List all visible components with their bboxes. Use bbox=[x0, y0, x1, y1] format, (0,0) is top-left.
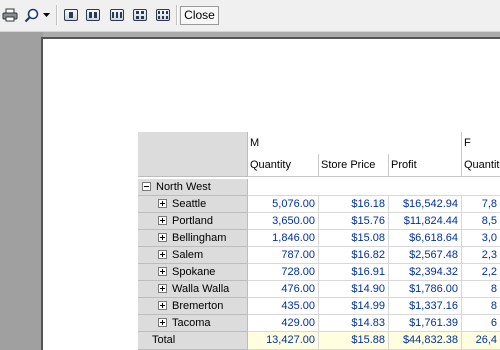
profit-cell: $2,567.48 bbox=[389, 247, 462, 264]
toolbar-separator bbox=[56, 5, 58, 25]
quantity-f-cell: 6 bbox=[462, 315, 500, 332]
toolbar-separator bbox=[176, 5, 178, 25]
row-header[interactable]: Salem bbox=[138, 247, 248, 264]
profit-cell: $1,786.00 bbox=[389, 281, 462, 298]
column-header: Quantity bbox=[248, 154, 319, 177]
total-quantity-cell: 13,427.00 bbox=[248, 332, 319, 350]
column-header: Store Price bbox=[319, 154, 389, 177]
chevron-down-icon[interactable] bbox=[41, 6, 51, 24]
row-label: Bellingham bbox=[172, 232, 227, 244]
row-label: Salem bbox=[172, 249, 204, 261]
row-label: Bremerton bbox=[172, 300, 224, 312]
store-price-cell: $16.18 bbox=[319, 196, 389, 213]
expand-icon[interactable] bbox=[158, 300, 167, 310]
total-quantity-f-cell: 26,4 bbox=[462, 332, 500, 350]
quantity-cell: 728.00 bbox=[248, 264, 319, 281]
quantity-f-cell: 8 bbox=[462, 298, 500, 315]
total-store-price-cell: $15.88 bbox=[319, 332, 389, 350]
quantity-f-cell: 7,8 bbox=[462, 196, 500, 213]
one-page-icon[interactable] bbox=[62, 6, 80, 24]
profit-cell: $16,542.94 bbox=[389, 196, 462, 213]
store-price-cell: $15.76 bbox=[319, 213, 389, 230]
quantity-f-cell: 8 bbox=[462, 281, 500, 298]
row-label: Portland bbox=[172, 215, 213, 227]
row-label: Walla Walla bbox=[172, 283, 230, 295]
quantity-cell: 5,076.00 bbox=[248, 196, 319, 213]
row-header[interactable]: Bellingham bbox=[138, 230, 248, 247]
row-label: Spokane bbox=[172, 266, 216, 278]
quantity-f-cell: 2,3 bbox=[462, 247, 500, 264]
quantity-cell: 429.00 bbox=[248, 315, 319, 332]
expand-icon[interactable] bbox=[158, 232, 167, 242]
grid-corner bbox=[138, 132, 248, 177]
print-icon[interactable] bbox=[1, 6, 19, 24]
profit-cell: $11,824.44 bbox=[389, 213, 462, 230]
store-price-cell: $14.83 bbox=[319, 315, 389, 332]
expand-icon[interactable] bbox=[158, 198, 167, 208]
column-header: Quantit bbox=[462, 154, 500, 177]
row-label: Tacoma bbox=[172, 317, 211, 329]
quantity-f-cell: 8,5 bbox=[462, 213, 500, 230]
quantity-cell: 435.00 bbox=[248, 298, 319, 315]
profit-cell: $2,394.32 bbox=[389, 264, 462, 281]
profit-cell: $1,761.39 bbox=[389, 315, 462, 332]
quantity-cell: 787.00 bbox=[248, 247, 319, 264]
expand-icon[interactable] bbox=[158, 317, 167, 327]
store-price-cell: $16.82 bbox=[319, 247, 389, 264]
row-header[interactable]: Walla Walla bbox=[138, 281, 248, 298]
expand-icon[interactable] bbox=[158, 249, 167, 259]
total-label: Total bbox=[138, 332, 248, 350]
expand-icon[interactable] bbox=[158, 266, 167, 276]
row-header[interactable]: Tacoma bbox=[138, 315, 248, 332]
six-pages-icon[interactable] bbox=[154, 6, 172, 24]
row-header[interactable]: Bremerton bbox=[138, 298, 248, 315]
store-price-cell: $14.90 bbox=[319, 281, 389, 298]
quantity-cell: 3,650.00 bbox=[248, 213, 319, 230]
row-header[interactable]: Seattle bbox=[138, 196, 248, 213]
store-price-cell: $16.91 bbox=[319, 264, 389, 281]
column-header: Profit bbox=[389, 154, 462, 177]
expand-icon[interactable] bbox=[158, 215, 167, 225]
region-label: North West bbox=[156, 181, 211, 193]
row-header[interactable]: Portland bbox=[138, 213, 248, 230]
preview-margin bbox=[0, 32, 43, 350]
two-pages-icon[interactable] bbox=[84, 6, 102, 24]
pivot-grid: M F Quantity Store Price Profit Quantit … bbox=[138, 132, 500, 350]
quantity-cell: 1,846.00 bbox=[248, 230, 319, 247]
expand-icon[interactable] bbox=[158, 283, 167, 293]
row-label: Seattle bbox=[172, 198, 207, 210]
total-profit-cell: $44,832.38 bbox=[389, 332, 462, 350]
profit-cell: $1,337.16 bbox=[389, 298, 462, 315]
zoom-icon[interactable] bbox=[23, 6, 39, 24]
column-group-header: M bbox=[248, 132, 462, 154]
toolbar: Close bbox=[0, 0, 500, 32]
quantity-f-cell: 2,2 bbox=[462, 264, 500, 281]
row-header[interactable]: Spokane bbox=[138, 264, 248, 281]
store-price-cell: $15.08 bbox=[319, 230, 389, 247]
collapse-icon[interactable] bbox=[142, 181, 151, 191]
three-pages-icon[interactable] bbox=[108, 6, 126, 24]
quantity-cell: 476.00 bbox=[248, 281, 319, 298]
store-price-cell: $14.99 bbox=[319, 298, 389, 315]
close-button[interactable]: Close bbox=[180, 6, 219, 25]
region-row-blank bbox=[248, 179, 500, 196]
quantity-f-cell: 3,0 bbox=[462, 230, 500, 247]
profit-cell: $6,618.64 bbox=[389, 230, 462, 247]
region-row-header[interactable]: North West bbox=[138, 179, 248, 196]
column-group-header: F bbox=[462, 132, 500, 154]
four-pages-icon[interactable] bbox=[131, 6, 149, 24]
